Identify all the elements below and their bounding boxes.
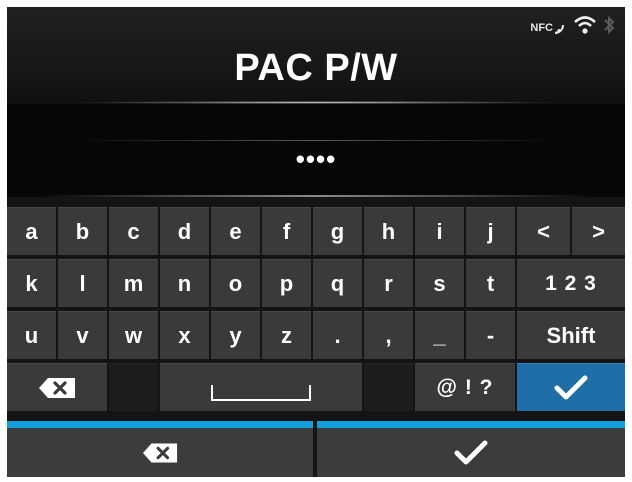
blank-key [109,363,158,411]
key-g[interactable]: g [313,207,362,255]
bluetooth-icon [603,15,615,40]
key-v[interactable]: v [58,311,107,359]
key-t[interactable]: t [466,259,515,307]
key-r[interactable]: r [364,259,413,307]
cursor-left-button[interactable]: < [517,207,570,255]
key-comma[interactable]: , [364,311,413,359]
key-underscore[interactable]: _ [415,311,464,359]
key-l[interactable]: l [58,259,107,307]
check-icon [554,375,588,399]
cursor-right-button[interactable]: > [572,207,625,255]
key-u[interactable]: u [7,311,56,359]
bottom-bar [7,421,625,477]
key-hyphen[interactable]: - [466,311,515,359]
key-i[interactable]: i [415,207,464,255]
shift-button[interactable]: Shift [517,311,625,359]
key-o[interactable]: o [211,259,260,307]
wifi-icon [573,15,597,40]
key-s[interactable]: s [415,259,464,307]
space-key[interactable] [160,363,362,411]
key-f[interactable]: f [262,207,311,255]
backspace-key[interactable] [7,363,107,411]
key-z[interactable]: z [262,311,311,359]
ok-button[interactable] [317,421,625,477]
nfc-label: NFC [530,21,553,34]
key-q[interactable]: q [313,259,362,307]
key-d[interactable]: d [160,207,209,255]
key-x[interactable]: x [160,311,209,359]
key-b[interactable]: b [58,207,107,255]
key-m[interactable]: m [109,259,158,307]
key-w[interactable]: w [109,311,158,359]
key-h[interactable]: h [364,207,413,255]
key-k[interactable]: k [7,259,56,307]
key-p[interactable]: p [262,259,311,307]
header: PAC P/W NFC [7,7,625,104]
space-icon [211,384,311,401]
key-e[interactable]: e [211,207,260,255]
delete-button[interactable] [7,421,313,477]
key-y[interactable]: y [211,311,260,359]
check-icon [454,440,488,464]
backspace-icon [142,443,178,462]
key-c[interactable]: c [109,207,158,255]
password-value: •••• [295,144,337,174]
page-title: PAC P/W [234,47,398,89]
backspace-icon [39,377,75,398]
confirm-key[interactable] [517,363,625,411]
blank-key [364,363,413,411]
key-n[interactable]: n [160,259,209,307]
key-j[interactable]: j [466,207,515,255]
password-input[interactable]: •••• [7,104,625,197]
numbers-mode-button[interactable]: 1 2 3 [517,259,625,307]
key-period[interactable]: . [313,311,362,359]
key-a[interactable]: a [7,207,56,255]
status-icons: NFC [530,15,615,40]
on-screen-keyboard: a b c d e f g h i j < > k l m n o p q r … [7,207,625,415]
nfc-icon: NFC [530,21,567,35]
symbols-mode-button[interactable]: @ ! ? [415,363,515,411]
printer-screen: PAC P/W NFC •••• a b c d e f g h i j < >… [7,7,625,477]
